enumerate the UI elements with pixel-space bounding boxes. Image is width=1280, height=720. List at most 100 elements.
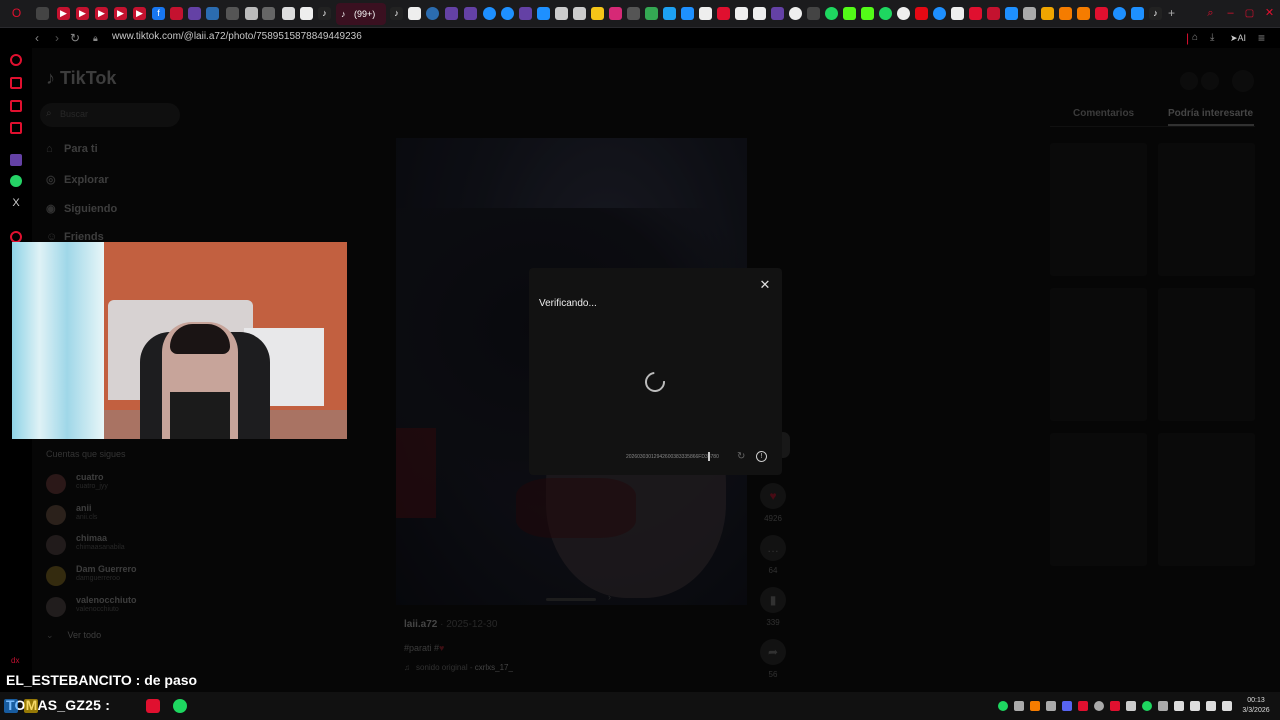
tray-icon[interactable] (1014, 701, 1024, 711)
tray-icon[interactable] (1046, 701, 1056, 711)
youtube-tab-icon[interactable]: ▶ (114, 7, 127, 20)
tab-icon[interactable] (555, 7, 568, 20)
reload-icon[interactable]: ↻ (70, 31, 80, 45)
netflix-tab-icon[interactable] (915, 7, 928, 20)
mic-icon[interactable] (1190, 701, 1200, 711)
tab-icon[interactable] (226, 7, 239, 20)
tab-icon[interactable] (1095, 7, 1108, 20)
tab-icon[interactable] (408, 7, 421, 20)
close-icon[interactable]: ✕ (758, 278, 772, 292)
tab-icon[interactable] (206, 7, 219, 20)
tray-icon[interactable] (1030, 701, 1040, 711)
tab-icon[interactable] (170, 7, 183, 20)
tab-icon[interactable] (1077, 7, 1090, 20)
tab-icon[interactable] (1041, 7, 1054, 20)
new-tab-icon[interactable]: + (1165, 7, 1178, 20)
tab-icon[interactable] (1023, 7, 1036, 20)
youtube-tab-icon[interactable]: ▶ (57, 7, 70, 20)
tray-icon[interactable] (1094, 701, 1104, 711)
tab-icon[interactable] (753, 7, 766, 20)
back-icon[interactable]: ‹ (35, 31, 39, 45)
tab-icon[interactable] (987, 7, 1000, 20)
opera-logo-icon[interactable]: O (10, 7, 23, 20)
twitch-icon[interactable] (10, 154, 22, 166)
youtube-tab-icon[interactable]: ▶ (133, 7, 146, 20)
kick-tab-icon[interactable] (861, 7, 874, 20)
tab-icon[interactable] (933, 7, 946, 20)
volume-icon[interactable] (1222, 701, 1232, 711)
tab-icon[interactable] (1113, 7, 1126, 20)
tab-icon[interactable] (573, 7, 586, 20)
tab-icon[interactable] (807, 7, 820, 20)
info-icon[interactable]: ! (756, 451, 767, 462)
menu-icon[interactable]: ≡ (1258, 31, 1265, 45)
whatsapp-icon[interactable] (10, 175, 22, 187)
twitch-tab-icon[interactable] (188, 7, 201, 20)
network-icon[interactable] (1206, 701, 1216, 711)
opera-taskbar-icon[interactable] (146, 699, 160, 713)
url-field[interactable]: www.tiktok.com/@laii.a72/photo/758951587… (112, 31, 362, 42)
search-tabs-icon[interactable]: ⌕ (1204, 7, 1217, 20)
tab-icon[interactable] (1005, 7, 1018, 20)
x-icon[interactable]: X (10, 197, 22, 209)
facebook-tab-icon[interactable]: f (152, 7, 165, 20)
account-icon[interactable]: ⌂ (1192, 31, 1198, 45)
drive-tab-icon[interactable] (645, 7, 658, 20)
maximize-icon[interactable]: ▢ (1243, 7, 1256, 20)
twitch-tab-icon[interactable] (445, 7, 458, 20)
tab-icon[interactable] (483, 7, 496, 20)
refresh-icon[interactable]: ↻ (737, 451, 745, 462)
kick-tab-icon[interactable] (843, 7, 856, 20)
download-icon[interactable]: ⤓ (1210, 31, 1214, 45)
tray-icon[interactable] (1078, 701, 1088, 711)
tab-icon[interactable] (951, 7, 964, 20)
tiktok-tab-icon[interactable]: ♪ (318, 7, 331, 20)
tab-icon[interactable] (663, 7, 676, 20)
tab-icon[interactable] (627, 7, 640, 20)
tab-icon[interactable] (699, 7, 712, 20)
twitch-tab-icon[interactable] (464, 7, 477, 20)
tab-icon[interactable] (36, 7, 49, 20)
workspace-icon[interactable] (10, 77, 22, 89)
tab-icon[interactable] (969, 7, 982, 20)
forward-icon[interactable]: › (55, 31, 59, 45)
tiktok-tab-icon[interactable]: ♪ (390, 7, 403, 20)
ai-button[interactable]: ➤AI (1230, 31, 1246, 45)
tray-icon[interactable] (1110, 701, 1120, 711)
tab-icon[interactable] (300, 7, 313, 20)
tab-icon[interactable] (1059, 7, 1072, 20)
tab-icon[interactable] (879, 7, 892, 20)
taskbar-app-icon[interactable] (4, 699, 18, 713)
sidebar-toggle-icon[interactable]: | (1186, 31, 1189, 45)
tab-icon[interactable] (282, 7, 295, 20)
tab-icon[interactable] (501, 7, 514, 20)
spotify-tray-icon[interactable] (1142, 701, 1152, 711)
folder-icon[interactable] (24, 699, 38, 713)
messenger-icon[interactable] (10, 100, 22, 112)
google-tab-icon[interactable] (789, 7, 802, 20)
youtube-tab-icon[interactable]: ▶ (95, 7, 108, 20)
spotify-tab-icon[interactable] (825, 7, 838, 20)
tab-icon[interactable] (771, 7, 784, 20)
youtube-tab-icon[interactable]: ▶ (76, 7, 89, 20)
tab-active-tiktok[interactable]: ♪ (99+) (336, 3, 386, 25)
tab-icon[interactable] (897, 7, 910, 20)
tab-icon[interactable] (735, 7, 748, 20)
tab-icon[interactable] (245, 7, 258, 20)
tab-icon[interactable] (1131, 7, 1144, 20)
minimize-icon[interactable]: – (1224, 7, 1237, 20)
tab-icon[interactable] (681, 7, 694, 20)
tray-icon[interactable] (1158, 701, 1168, 711)
twitch-tab-icon[interactable] (519, 7, 532, 20)
clock[interactable]: 00:13 3/3/2026 (1236, 696, 1276, 716)
tray-icon[interactable] (998, 701, 1008, 711)
news-icon[interactable] (10, 122, 22, 134)
tab-icon[interactable] (591, 7, 604, 20)
tiktok-tab-icon[interactable]: ♪ (1149, 7, 1162, 20)
spotify-icon[interactable] (173, 699, 187, 713)
speaker-tab-icon[interactable] (262, 7, 275, 20)
close-window-icon[interactable]: ✕ (1263, 7, 1276, 20)
instagram-tab-icon[interactable] (609, 7, 622, 20)
aria-icon[interactable] (10, 54, 22, 66)
tray-icon[interactable] (1126, 701, 1136, 711)
